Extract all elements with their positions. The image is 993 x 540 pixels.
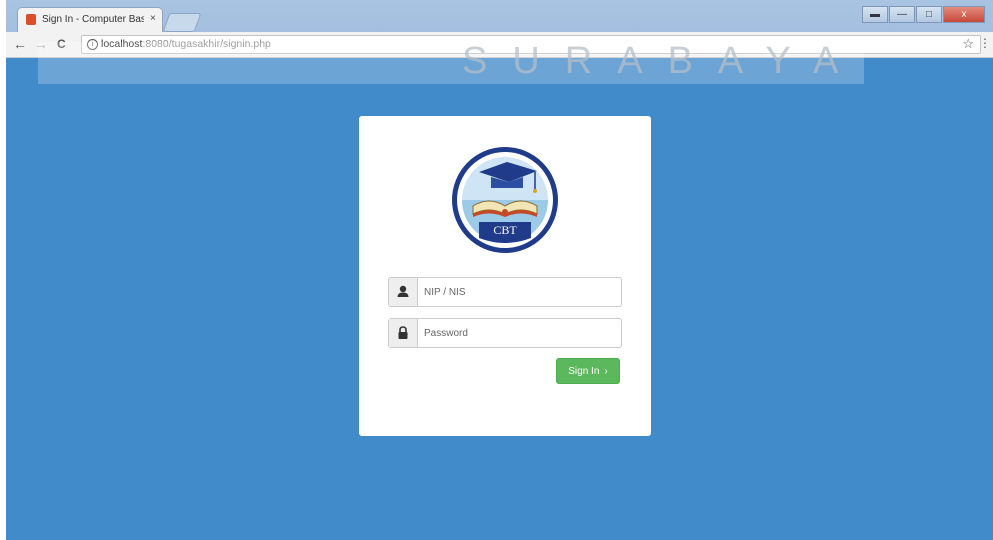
username-group [388,277,622,307]
cbt-logo: CBT [452,147,558,253]
logo-acronym: CBT [493,223,517,237]
sign-in-button[interactable]: Sign In › [556,358,620,384]
back-icon[interactable]: ← [13,35,27,53]
browser-tab[interactable]: Sign In - Computer Base × [18,8,162,32]
password-input[interactable] [418,319,622,347]
signin-card: CBT Sign In › [359,116,651,436]
new-tab-button[interactable] [162,13,202,32]
tab-title: Sign In - Computer Base [42,14,144,25]
chevron-right-icon: › [604,365,608,377]
maximize-button[interactable]: □ [916,6,942,23]
minimize-button[interactable]: — [889,6,915,23]
window-controls: ▬ — □ x [861,6,985,23]
favicon-icon [26,14,36,25]
password-group [388,318,622,348]
close-window-button[interactable]: x [943,6,985,23]
window-alt-button[interactable]: ▬ [862,6,888,23]
watermark-text: SURABAYA [462,40,864,82]
close-tab-icon[interactable]: × [150,13,156,25]
browser-menu-icon[interactable]: ⋮ [979,36,991,50]
sign-in-label: Sign In [568,365,600,377]
user-icon [389,278,418,306]
bookmark-star-icon[interactable]: ☆ [962,36,974,52]
username-input[interactable] [418,278,622,306]
page-background: CBT Sign In › [6,58,993,540]
lock-icon [389,319,418,347]
